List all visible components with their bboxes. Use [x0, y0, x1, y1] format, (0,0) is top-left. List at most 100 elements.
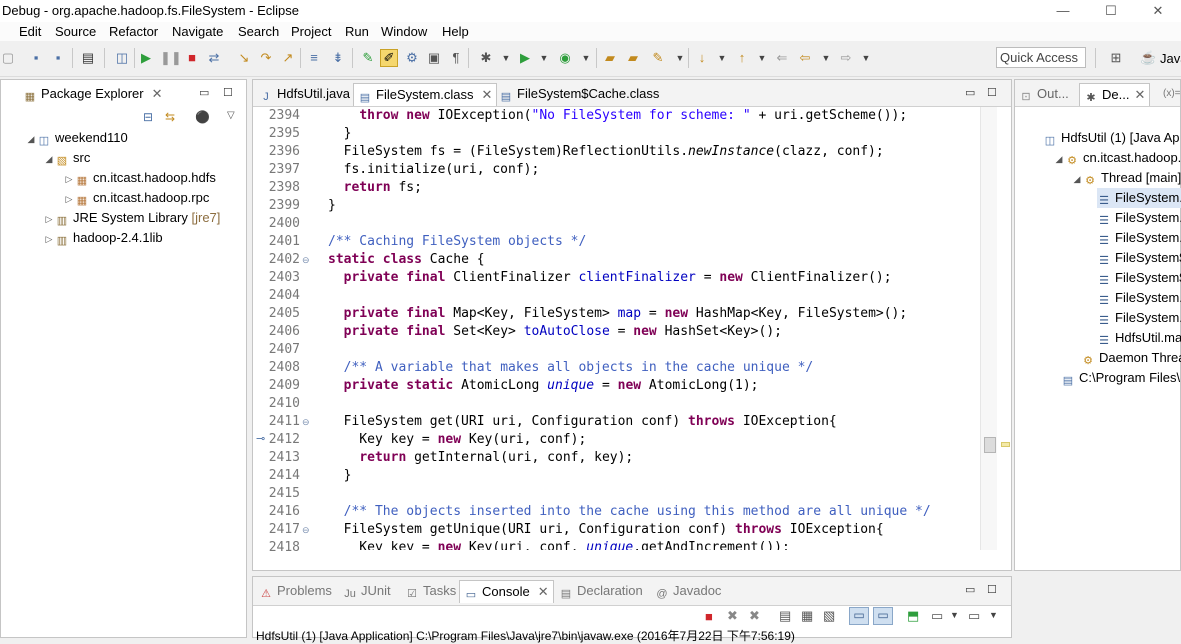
- view-dropdown-icon[interactable]: ▽: [227, 110, 235, 121]
- stack-frame[interactable]: ☰ FileSystem.: [1097, 288, 1181, 308]
- view-menu-icon[interactable]: ⚫: [195, 110, 210, 124]
- new-java-project-icon[interactable]: ▰: [602, 50, 618, 66]
- print-icon[interactable]: ▤: [80, 50, 96, 66]
- scrollbar-thumb[interactable]: [984, 437, 996, 453]
- fold-toggle-icon[interactable]: ⊖: [302, 417, 310, 428]
- collapse-arrow-icon[interactable]: ◢: [1071, 169, 1083, 189]
- occurrence-marker[interactable]: [1001, 442, 1010, 447]
- coverage-dropdown-icon[interactable]: ▼: [578, 50, 594, 66]
- stack-frame[interactable]: ☰ HdfsUtil.ma: [1097, 328, 1181, 348]
- show-whitespace-icon[interactable]: ▣: [426, 50, 442, 66]
- display-console-dropdown-icon[interactable]: ▼: [950, 610, 959, 620]
- collapse-arrow-icon[interactable]: ◢: [25, 129, 37, 149]
- previous-annotation-icon[interactable]: ↑: [734, 50, 750, 66]
- last-edit-location-icon[interactable]: ⇐: [774, 50, 790, 66]
- tab-filesystem-class[interactable]: ▤ FileSystem.class ✕: [353, 83, 498, 106]
- tab-outline[interactable]: ⊡ Out...: [1015, 83, 1073, 105]
- toggle-mark-occurrences-icon[interactable]: ✐: [380, 49, 398, 67]
- new-package-icon[interactable]: ▰: [625, 50, 641, 66]
- show-on-stderr-icon[interactable]: ▭: [873, 607, 893, 625]
- stack-frame[interactable]: ☰ FileSystem$: [1097, 248, 1181, 268]
- tab-debug[interactable]: ✱ De... ✕: [1079, 83, 1151, 106]
- link-with-editor-icon[interactable]: ⇆: [165, 110, 175, 124]
- java-perspective-label[interactable]: Java: [1160, 51, 1181, 66]
- disconnect-icon[interactable]: ⇄: [206, 50, 222, 66]
- terminate-console-icon[interactable]: ■: [705, 609, 713, 624]
- maximize-icon[interactable]: ☐: [987, 86, 997, 99]
- next-annotation-icon[interactable]: ↓: [694, 50, 710, 66]
- close-icon[interactable]: ✕: [1134, 87, 1145, 102]
- step-return-icon[interactable]: ↗: [280, 50, 296, 66]
- open-console-icon[interactable]: ▭: [968, 608, 980, 624]
- open-type-icon[interactable]: ✎: [360, 50, 376, 66]
- debug-icon[interactable]: ✱: [478, 50, 494, 66]
- minimize-button[interactable]: —: [1040, 0, 1086, 22]
- remove-launch-icon[interactable]: ✖: [727, 608, 738, 624]
- tree-item-src[interactable]: ◢ ▧ src: [43, 148, 91, 168]
- debug-target[interactable]: ◢ ⚙ cn.itcast.hadoop.h: [1053, 148, 1181, 168]
- maximize-icon[interactable]: ☐: [987, 583, 997, 596]
- tab-package-explorer[interactable]: ▦ Package Explorer ✕: [19, 83, 167, 105]
- tab-javadoc[interactable]: @ Javadoc: [651, 580, 725, 602]
- tree-item-package-rpc[interactable]: ▷ ▦ cn.itcast.hadoop.rpc: [63, 188, 210, 208]
- show-on-stdout-icon[interactable]: ▭: [849, 607, 869, 625]
- resume-icon[interactable]: ▶: [138, 50, 154, 66]
- paragraph-icon[interactable]: ¶: [448, 50, 464, 66]
- maximize-button[interactable]: ☐: [1088, 0, 1134, 22]
- maximize-icon[interactable]: ☐: [223, 86, 233, 99]
- remove-all-terminated-icon[interactable]: ✖: [749, 608, 760, 624]
- menu-window[interactable]: Window: [381, 24, 427, 39]
- tree-item-hadoop-lib[interactable]: ▷ ▥ hadoop-2.4.1lib: [43, 228, 163, 248]
- skip-breakpoints-icon[interactable]: ◫: [114, 50, 130, 66]
- open-perspective-icon[interactable]: ⊞: [1108, 50, 1124, 66]
- scroll-lock-icon[interactable]: ▦: [801, 608, 813, 624]
- stack-frame[interactable]: ☰ FileSystem.: [1097, 308, 1181, 328]
- menu-help[interactable]: Help: [442, 24, 469, 39]
- editor-vertical-scrollbar[interactable]: [980, 107, 997, 550]
- close-icon[interactable]: ✕: [152, 86, 163, 101]
- toggle-block-selection-icon[interactable]: ⚙: [404, 50, 420, 66]
- fold-toggle-icon[interactable]: ⊖: [302, 255, 310, 266]
- tab-tasks[interactable]: ☑ Tasks: [401, 580, 460, 602]
- drop-to-frame-icon[interactable]: ≡: [306, 50, 322, 66]
- menu-search[interactable]: Search: [238, 24, 279, 39]
- tab-declaration[interactable]: ▤ Declaration: [555, 580, 647, 602]
- minimize-icon[interactable]: ▭: [965, 583, 975, 596]
- word-wrap-icon[interactable]: ▧: [823, 608, 835, 624]
- java-perspective-icon[interactable]: ☕: [1140, 50, 1156, 66]
- menu-refactor[interactable]: Refactor: [109, 24, 158, 39]
- close-window-button[interactable]: ✕: [1135, 0, 1181, 22]
- expand-arrow-icon[interactable]: ▷: [43, 209, 55, 229]
- breakpoint-marker-icon[interactable]: ⊸: [256, 432, 265, 445]
- debug-dropdown-icon[interactable]: ▼: [498, 50, 514, 66]
- close-icon[interactable]: ✕: [482, 87, 493, 102]
- forward-icon[interactable]: ⇨: [838, 50, 854, 66]
- open-console-dropdown-icon[interactable]: ▼: [989, 610, 998, 620]
- menu-source[interactable]: Source: [55, 24, 96, 39]
- tab-hdfsutil-java[interactable]: J HdfsUtil.java: [255, 83, 354, 105]
- debug-launch[interactable]: ◫ HdfsUtil (1) [Java Ap: [1043, 128, 1180, 148]
- menu-project[interactable]: Project: [291, 24, 331, 39]
- overview-ruler[interactable]: [998, 107, 1011, 550]
- clear-console-icon[interactable]: ▤: [779, 608, 791, 624]
- code-area[interactable]: throw new IOException("No FileSystem for…: [328, 107, 978, 550]
- previous-annotation-dropdown-icon[interactable]: ▼: [754, 50, 770, 66]
- debug-process[interactable]: ▤ C:\Program Files\: [1061, 368, 1180, 388]
- expand-arrow-icon[interactable]: ▷: [63, 169, 75, 189]
- debug-thread-main[interactable]: ◢ ⚙ Thread [main] (: [1071, 168, 1181, 188]
- terminate-icon[interactable]: ■: [184, 50, 200, 66]
- run-dropdown-icon[interactable]: ▼: [536, 50, 552, 66]
- save-all-icon[interactable]: ▪: [50, 50, 66, 66]
- suspend-icon[interactable]: ❚❚: [160, 50, 182, 66]
- forward-dropdown-icon[interactable]: ▼: [858, 50, 874, 66]
- tab-filesystem-cache-class[interactable]: ▤ FileSystem$Cache.class: [495, 83, 663, 105]
- new-class-dropdown-icon[interactable]: ▼: [672, 50, 688, 66]
- back-icon[interactable]: ⇦: [797, 50, 813, 66]
- next-annotation-dropdown-icon[interactable]: ▼: [714, 50, 730, 66]
- minimize-icon[interactable]: ▭: [199, 86, 209, 99]
- stack-frame[interactable]: ☰ FileSystem.: [1097, 228, 1181, 248]
- step-over-icon[interactable]: ↷: [258, 50, 274, 66]
- tab-problems[interactable]: ⚠ Problems: [255, 580, 336, 602]
- display-console-icon[interactable]: ▭: [931, 608, 943, 624]
- expand-arrow-icon[interactable]: ▷: [43, 229, 55, 249]
